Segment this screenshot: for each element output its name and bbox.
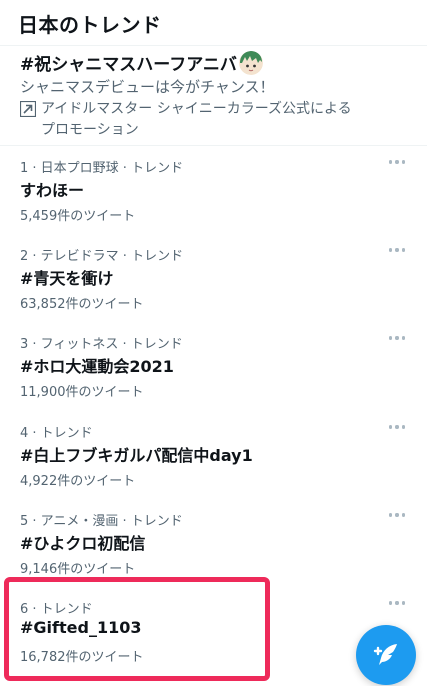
trend-item[interactable]: 2 · テレビドラマ · トレンド #青天を衝け 63,852件のツイート [0, 245, 427, 333]
trend-category: 1 · 日本プロ野球 · トレンド [20, 161, 184, 176]
more-dots-icon[interactable] [389, 600, 405, 606]
compose-tweet-button[interactable] [356, 625, 416, 685]
highlight-box [4, 577, 270, 681]
more-dots-icon[interactable] [389, 159, 405, 165]
trend-item[interactable]: 1 · 日本プロ野球 · トレンド すわほー 5,459件のツイート [0, 157, 427, 245]
promoted-trend[interactable]: #祝シャニマスハーフアニバ シャニマスデビューは今がチャンス！ アイドルマスター… [0, 46, 427, 146]
trend-category: 4 · トレンド [20, 426, 93, 441]
trend-name: #青天を衝け [20, 269, 114, 288]
trend-tweet-count: 4,922件のツイート [20, 474, 136, 489]
trend-category: 5 · アニメ・漫画 · トレンド [20, 514, 183, 529]
more-dots-icon[interactable] [389, 335, 405, 341]
trend-category: 3 · フィットネス · トレンド [20, 337, 183, 352]
promoted-description: シャニマスデビューは今がチャンス！ [20, 78, 275, 96]
more-dots-icon[interactable] [389, 512, 405, 518]
more-dots-icon[interactable] [389, 424, 405, 430]
trend-tweet-count: 63,852件のツイート [20, 297, 144, 312]
trend-item[interactable]: 4 · トレンド #白上フブキガルパ配信中day1 4,922件のツイート [0, 422, 427, 510]
trend-tweet-count: 9,146件のツイート [20, 562, 136, 577]
trend-tweet-count: 5,459件のツイート [20, 209, 136, 224]
trend-name: #ホロ大運動会2021 [20, 357, 174, 376]
trend-tweet-count: 11,900件のツイート [20, 385, 144, 400]
more-dots-icon[interactable] [389, 247, 405, 253]
promoted-by[interactable]: アイドルマスター シャイニーカラーズ公式による プロモーション [20, 99, 371, 141]
promoted-hashtag-text: #祝シャニマスハーフアニバ [20, 55, 237, 75]
trend-item[interactable]: 3 · フィットネス · トレンド #ホロ大運動会2021 11,900件のツイ… [0, 333, 427, 421]
page-title: 日本のトレンド [18, 13, 162, 37]
promoted-arrow-icon [20, 101, 36, 117]
trend-category: 2 · テレビドラマ · トレンド [20, 249, 184, 264]
trend-name: #ひよクロ初配信 [20, 534, 146, 553]
compose-tweet-icon [373, 644, 397, 665]
promoted-by-line1: アイドルマスター シャイニーカラーズ公式による [41, 101, 352, 117]
trend-name: #白上フブキガルパ配信中day1 [20, 446, 253, 465]
hashtag-emoji-icon [238, 50, 263, 75]
header: 日本のトレンド [0, 0, 427, 46]
promoted-by-line2: プロモーション [41, 122, 139, 138]
promoted-hashtag[interactable]: #祝シャニマスハーフアニバ [20, 50, 263, 75]
trend-name: すわほー [20, 181, 85, 200]
